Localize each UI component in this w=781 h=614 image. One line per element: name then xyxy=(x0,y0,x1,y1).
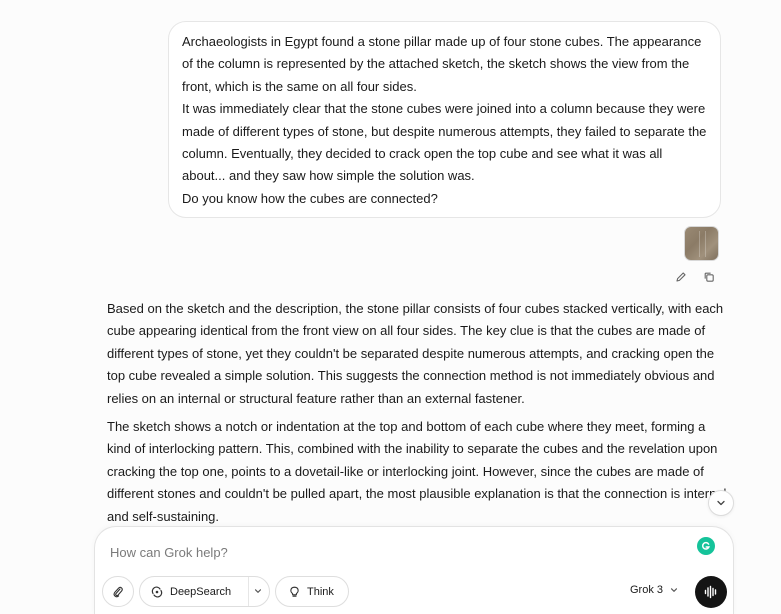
assistant-message-paragraph: Based on the sketch and the description,… xyxy=(107,301,724,406)
grammarly-icon[interactable] xyxy=(697,537,715,555)
pencil-icon xyxy=(676,272,686,282)
chevron-down-icon xyxy=(670,588,678,592)
sketch-pillar-shape xyxy=(699,231,706,257)
deepsearch-label: DeepSearch xyxy=(170,585,232,598)
waveform-icon xyxy=(704,585,717,599)
copy-message-button[interactable] xyxy=(700,268,718,286)
message-composer: DeepSearch Think Grok 3 xyxy=(94,526,734,614)
attach-button[interactable] xyxy=(102,576,134,607)
user-message-bubble: Archaeologists in Egypt found a stone pi… xyxy=(168,21,721,218)
model-selector[interactable]: Grok 3 xyxy=(630,584,679,596)
deepsearch-divider xyxy=(248,577,249,606)
chat-page: Archaeologists in Egypt found a stone pi… xyxy=(0,0,781,614)
paperclip-icon xyxy=(113,586,123,597)
think-label: Think xyxy=(307,585,334,598)
model-label: Grok 3 xyxy=(630,584,664,596)
assistant-message-paragraph: The sketch shows a notch or indentation … xyxy=(107,419,727,524)
deepsearch-icon xyxy=(151,586,163,597)
chevron-down-icon xyxy=(717,500,725,506)
copy-icon xyxy=(704,272,714,282)
deepsearch-button[interactable]: DeepSearch xyxy=(139,576,270,607)
voice-mode-button[interactable] xyxy=(695,576,727,608)
scroll-to-bottom-button[interactable] xyxy=(708,490,734,516)
chevron-down-icon[interactable] xyxy=(253,586,263,596)
user-message-actions xyxy=(672,268,718,286)
think-button[interactable]: Think xyxy=(275,576,349,607)
assistant-message: Based on the sketch and the description,… xyxy=(107,298,727,527)
user-message-paragraph: Do you know how the cubes are connected? xyxy=(182,190,438,206)
grammarly-g-glyph xyxy=(701,541,710,550)
user-message-paragraph: It was immediately clear that the stone … xyxy=(182,101,707,184)
edit-message-button[interactable] xyxy=(672,268,690,286)
prompt-input[interactable] xyxy=(110,542,690,562)
user-message-paragraph: Archaeologists in Egypt found a stone pi… xyxy=(182,34,702,94)
attached-sketch-thumbnail[interactable] xyxy=(684,226,719,261)
lightbulb-icon xyxy=(290,586,299,597)
